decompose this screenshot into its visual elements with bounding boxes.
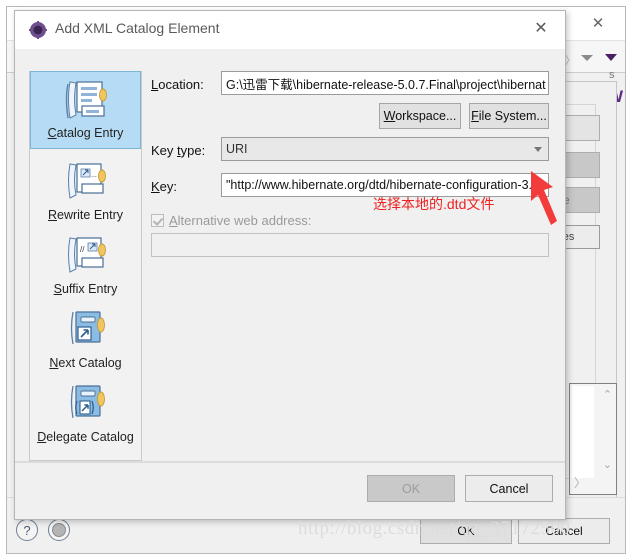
background-listbox-with-scrollbar[interactable]: ⌃ ⌄ 〉 [569, 383, 617, 495]
background-close-icon[interactable]: ✕ [577, 9, 619, 37]
scroll-down-icon[interactable]: ⌄ [603, 458, 612, 471]
background-dropdown-arrow-gray-icon[interactable] [581, 55, 593, 61]
key-type-label: Key type: [151, 143, 206, 158]
alternative-web-address-checkbox[interactable] [151, 214, 164, 227]
sidebar-item-suffix-entry[interactable]: // Suffix Entry [30, 228, 141, 302]
catalog-entry-icon [60, 78, 112, 124]
sidebar-item-next-catalog[interactable]: Next Catalog [30, 302, 141, 376]
workspace-button[interactable]: Workspace... [379, 103, 461, 129]
dialog-cancel-button[interactable]: Cancel [465, 475, 553, 502]
help-icon[interactable]: ? [16, 519, 38, 541]
key-type-combobox[interactable]: URI [221, 137, 549, 161]
svg-text://: // [80, 245, 85, 254]
file-system-button[interactable]: File System... [469, 103, 549, 129]
alternative-web-address-input[interactable] [151, 233, 549, 257]
sidebar-item-next-catalog-label: Next Catalog [49, 356, 122, 370]
sidebar-item-delegate-catalog[interactable]: Delegate Catalog [30, 376, 141, 450]
chevron-down-icon[interactable] [534, 147, 542, 152]
sidebar-item-rewrite-entry-label: Rewrite Entry [47, 208, 124, 222]
background-listbox-inner [572, 386, 594, 478]
footer-separator [15, 462, 565, 463]
location-label: Location: [151, 77, 204, 92]
screenshot-root: ✕ 〉 s W tries e ⌃ ⌄ 〉 ? OK Cancel http:/… [0, 0, 630, 559]
key-label: Key: [151, 179, 178, 194]
background-expand-icon[interactable]: 〉 [574, 474, 586, 491]
next-catalog-icon [60, 308, 112, 354]
rewrite-entry-icon: ... [60, 160, 112, 206]
sidebar-item-catalog-entry-label: Catalog Entry [47, 126, 124, 140]
delegate-catalog-icon [60, 382, 112, 428]
catalog-entry-form: Location: G:\迅雷下载\hibernate-release-5.0.… [151, 71, 551, 461]
add-xml-catalog-element-dialog: Add XML Catalog Element ✕ Catalog Entry … [14, 10, 566, 520]
sidebar-item-catalog-entry[interactable]: Catalog Entry [30, 71, 141, 149]
dialog-body: Catalog Entry ... Rewrite Entry // Suffi… [15, 49, 565, 461]
catalog-type-sidebar: Catalog Entry ... Rewrite Entry // Suffi… [29, 71, 142, 461]
alternative-web-address-checkbox-row[interactable]: Alternative web address: [151, 213, 311, 228]
apply-button-icon[interactable] [48, 519, 70, 541]
sidebar-item-delegate-catalog-label: Delegate Catalog [37, 430, 134, 444]
background-partial-text-s: s [609, 69, 615, 81]
background-cancel-button[interactable]: Cancel [518, 518, 610, 544]
dialog-footer: OK Cancel [15, 461, 565, 519]
svg-text:...: ... [91, 172, 97, 179]
dialog-title: Add XML Catalog Element [55, 20, 220, 36]
dialog-ok-button[interactable]: OK [367, 475, 455, 502]
apply-dot-icon [52, 523, 66, 537]
sidebar-item-suffix-entry-label: Suffix Entry [53, 282, 118, 296]
annotation-text: 选择本地的.dtd文件 [373, 196, 495, 212]
suffix-entry-icon: // [60, 234, 112, 280]
red-arrow-annotation-icon [531, 171, 557, 225]
sidebar-item-rewrite-entry[interactable]: ... Rewrite Entry [30, 154, 141, 228]
background-dropdown-arrow-purple-icon[interactable] [605, 54, 617, 61]
dialog-close-icon[interactable]: ✕ [519, 12, 563, 44]
xml-catalog-icon [29, 21, 47, 39]
background-ok-button[interactable]: OK [420, 518, 512, 544]
alternative-web-address-label: Alternative web address: [169, 213, 312, 228]
scroll-up-icon[interactable]: ⌃ [603, 388, 612, 401]
dialog-titlebar: Add XML Catalog Element ✕ [15, 11, 565, 49]
key-type-value: URI [226, 142, 248, 156]
accel-c: C [47, 126, 57, 140]
location-input[interactable]: G:\迅雷下载\hibernate-release-5.0.7.Final\pr… [221, 71, 549, 95]
